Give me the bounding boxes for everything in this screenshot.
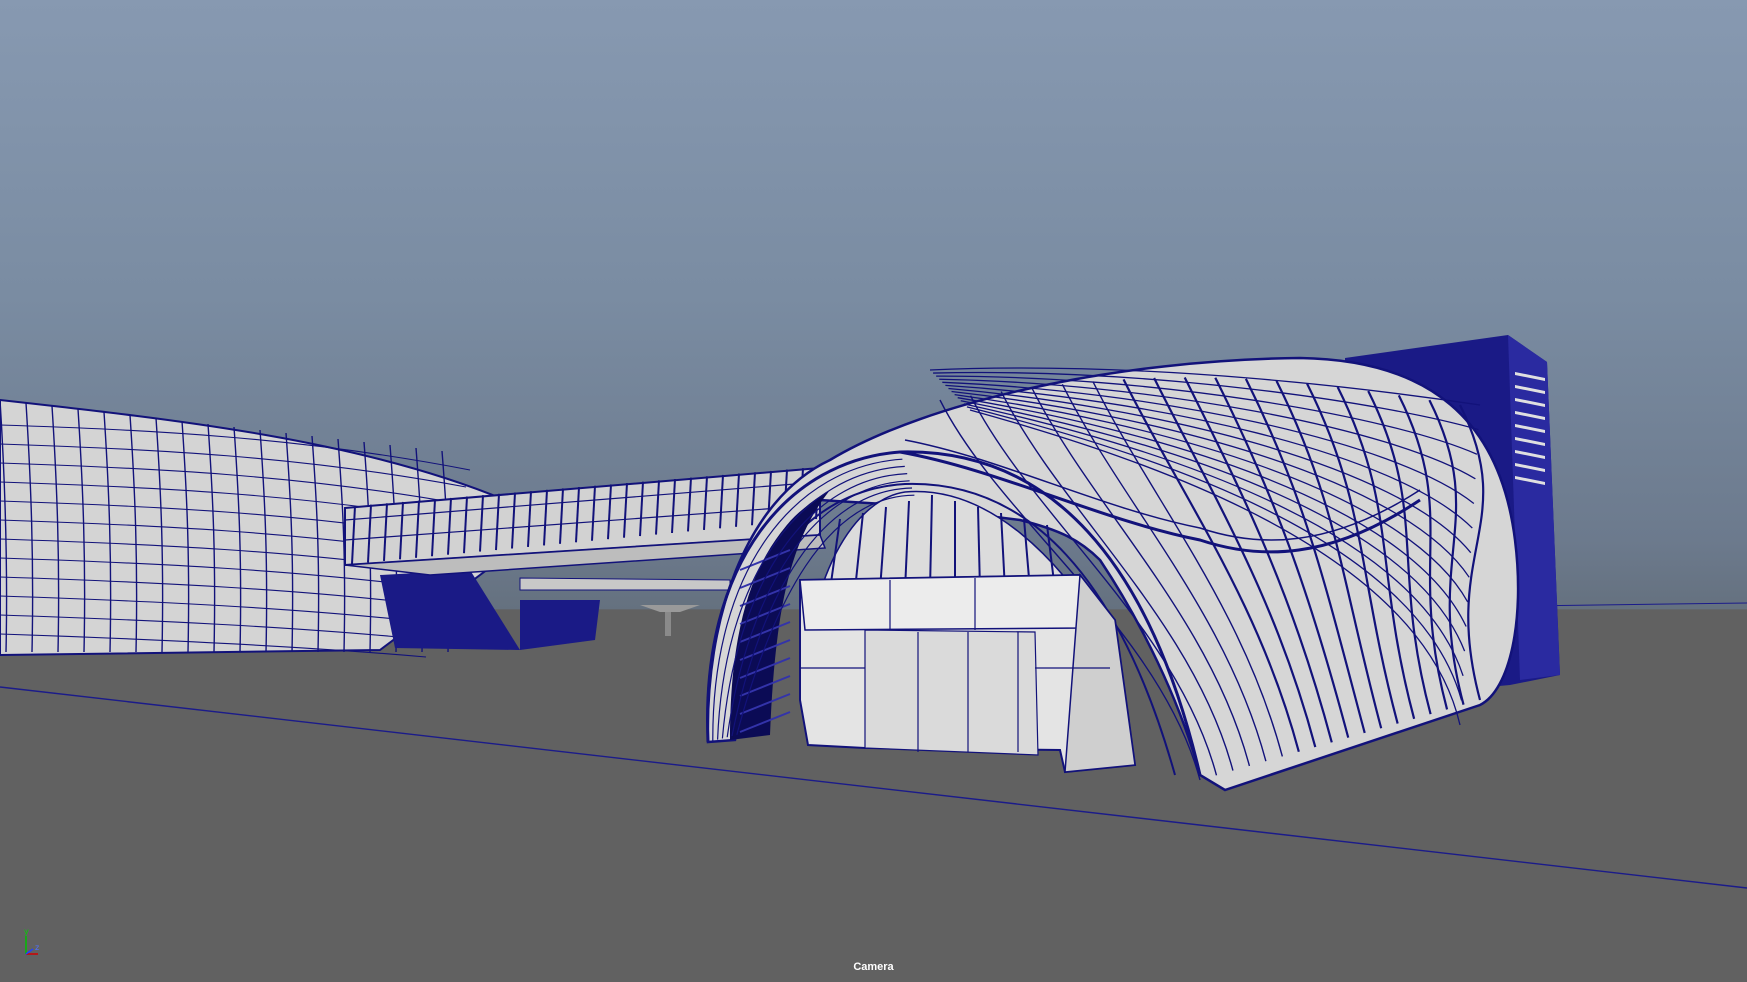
- entrance-block[interactable]: [799, 573, 1137, 774]
- dome-building-mesh[interactable]: [706, 356, 1520, 792]
- axis-z-label: z: [35, 943, 39, 952]
- camera-label: Camera: [853, 961, 894, 973]
- axis-gizmo: y z: [24, 928, 39, 955]
- axis-y-label: y: [24, 928, 29, 936]
- maya-viewport[interactable]: Camera y z: [0, 0, 1747, 982]
- scene-render[interactable]: [0, 0, 1747, 982]
